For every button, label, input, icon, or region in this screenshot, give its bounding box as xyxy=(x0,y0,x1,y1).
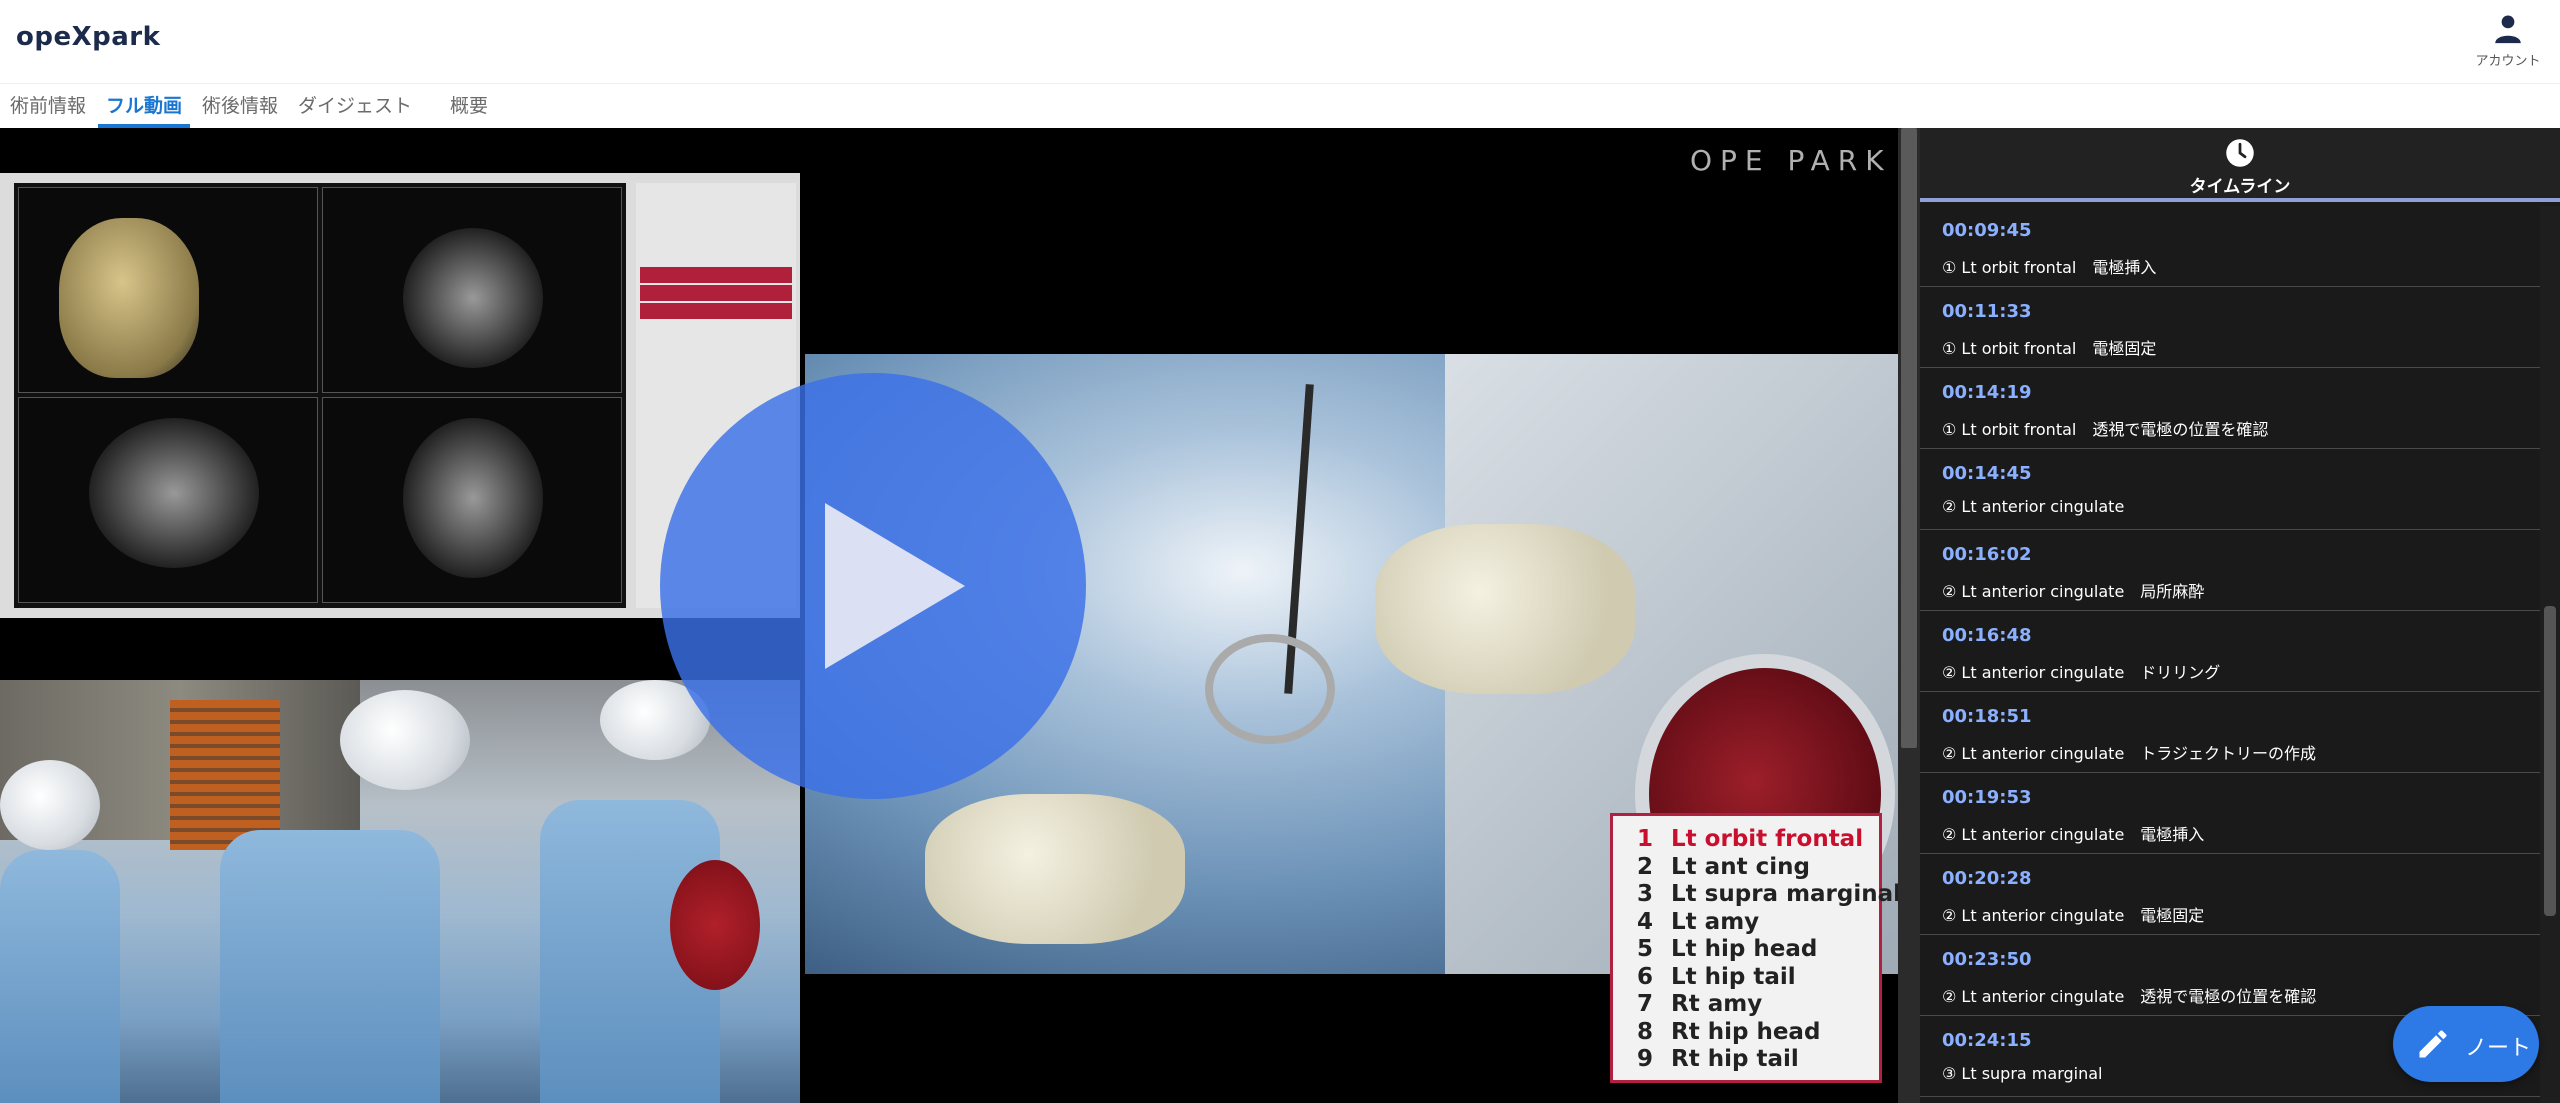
timeline-text: ③ Lt supra marginal xyxy=(1942,1064,2103,1083)
timeline-item[interactable]: 00:19:53 ② Lt anterior cingulate 電極挿入 xyxy=(1920,773,2540,854)
timeline-time: 00:14:45 xyxy=(1942,463,2032,484)
timeline-list: 00:09:45 ① Lt orbit frontal 電極挿入 00:11:3… xyxy=(1920,206,2540,1103)
timeline-panel: タイムライン 00:09:45 ① Lt orbit frontal 電極挿入 … xyxy=(1920,128,2560,1103)
video-player[interactable]: OPE PARK 1 Lt orbit frontal 2 Lt ant cin… xyxy=(0,128,1898,1103)
account-button[interactable]: アカウント xyxy=(2472,12,2544,76)
timeline-item[interactable]: 00:14:19 ① Lt orbit frontal 透視で電極の位置を確認 xyxy=(1920,368,2540,449)
app-logo[interactable]: opeXpark xyxy=(16,22,160,52)
target-item: 6 Lt hip tail xyxy=(1637,963,1796,990)
timeline-text: ② Lt anterior cingulate 局所麻酔 xyxy=(1942,582,2205,601)
clock-icon xyxy=(2226,139,2254,167)
timeline-title: タイムライン xyxy=(2189,177,2291,197)
video-area-scrollbar[interactable] xyxy=(1898,128,1920,1103)
timeline-text: ② Lt anterior cingulate 電極固定 xyxy=(1942,906,2205,925)
timeline-time: 00:09:45 xyxy=(1942,220,2032,241)
timeline-text: ② Lt anterior cingulate ドリリング xyxy=(1942,663,2221,682)
timeline-text: ① Lt orbit frontal 電極挿入 xyxy=(1942,258,2157,277)
tab-bar: 術前情報 フル動画 術後情報 ダイジェスト 概要 xyxy=(0,84,2560,128)
timeline-time: 00:16:48 xyxy=(1942,625,2032,646)
pencil-icon xyxy=(2419,1030,2447,1058)
timeline-item[interactable]: 00:23:50 ② Lt anterior cingulate 透視で電極の位… xyxy=(1920,935,2540,1016)
timeline-item[interactable]: 00:09:45 ① Lt orbit frontal 電極挿入 xyxy=(1920,206,2540,287)
play-button[interactable] xyxy=(660,373,1086,799)
tab-overview[interactable]: 概要 xyxy=(442,84,496,128)
app-header: opeXpark アカウント xyxy=(0,0,2560,84)
timeline-time: 00:24:15 xyxy=(1942,1030,2032,1051)
video-watermark: OPE PARK xyxy=(1690,144,1892,177)
timeline-time: 00:23:50 xyxy=(1942,949,2032,970)
timeline-header: タイムライン xyxy=(1920,128,2560,202)
target-item: 9 Rt hip tail xyxy=(1637,1046,1799,1072)
timeline-scrollbar[interactable] xyxy=(2540,206,2560,1103)
timeline-text: ② Lt anterior cingulate トラジェクトリーの作成 xyxy=(1942,744,2316,763)
account-label: アカウント xyxy=(2475,54,2541,69)
electrode-target-list: 1 Lt orbit frontal 2 Lt ant cing 3 Lt su… xyxy=(1610,813,1898,1083)
target-item: 3 Lt supra marginal xyxy=(1637,881,1898,907)
timeline-time: 00:14:19 xyxy=(1942,382,2032,403)
timeline-item[interactable]: 00:14:45 ② Lt anterior cingulate xyxy=(1920,449,2540,530)
target-item: 4 Lt amy xyxy=(1637,908,1760,935)
target-item: 5 Lt hip head xyxy=(1637,936,1818,962)
timeline-text: ② Lt anterior cingulate 透視で電極の位置を確認 xyxy=(1942,987,2317,1006)
timeline-time: 00:11:33 xyxy=(1942,301,2032,322)
timeline-item[interactable]: 00:16:02 ② Lt anterior cingulate 局所麻酔 xyxy=(1920,530,2540,611)
timeline-item[interactable]: 00:11:33 ① Lt orbit frontal 電極固定 xyxy=(1920,287,2540,368)
timeline-time: 00:20:28 xyxy=(1942,868,2032,889)
note-button[interactable]: ノート xyxy=(2393,1006,2539,1082)
target-item: 1 Lt orbit frontal xyxy=(1637,826,1864,852)
timeline-time: 00:16:02 xyxy=(1942,544,2032,565)
note-button-label: ノート xyxy=(2465,1036,2532,1061)
user-icon xyxy=(2495,15,2521,44)
target-item: 7 Rt amy xyxy=(1637,991,1763,1017)
tab-postop-info[interactable]: 術後情報 xyxy=(194,84,286,128)
play-icon xyxy=(825,503,965,669)
timeline-item[interactable]: 00:18:51 ② Lt anterior cingulate トラジェクトリ… xyxy=(1920,692,2540,773)
timeline-item[interactable]: 00:16:48 ② Lt anterior cingulate ドリリング xyxy=(1920,611,2540,692)
timeline-time: 00:19:53 xyxy=(1942,787,2032,808)
timeline-text: ① Lt orbit frontal 電極固定 xyxy=(1942,339,2157,358)
timeline-item[interactable]: 00:20:28 ② Lt anterior cingulate 電極固定 xyxy=(1920,854,2540,935)
target-item: 2 Lt ant cing xyxy=(1637,853,1810,880)
timeline-text: ② Lt anterior cingulate xyxy=(1942,497,2125,516)
timeline-time: 00:18:51 xyxy=(1942,706,2032,727)
timeline-text: ② Lt anterior cingulate 電極挿入 xyxy=(1942,825,2205,844)
tab-preop-info[interactable]: 術前情報 xyxy=(2,84,94,128)
tab-full-video[interactable]: フル動画 xyxy=(98,84,191,128)
target-item: 8 Rt hip head xyxy=(1637,1018,1821,1045)
timeline-text: ① Lt orbit frontal 透視で電極の位置を確認 xyxy=(1942,420,2269,439)
tab-digest[interactable]: ダイジェスト xyxy=(290,84,420,128)
